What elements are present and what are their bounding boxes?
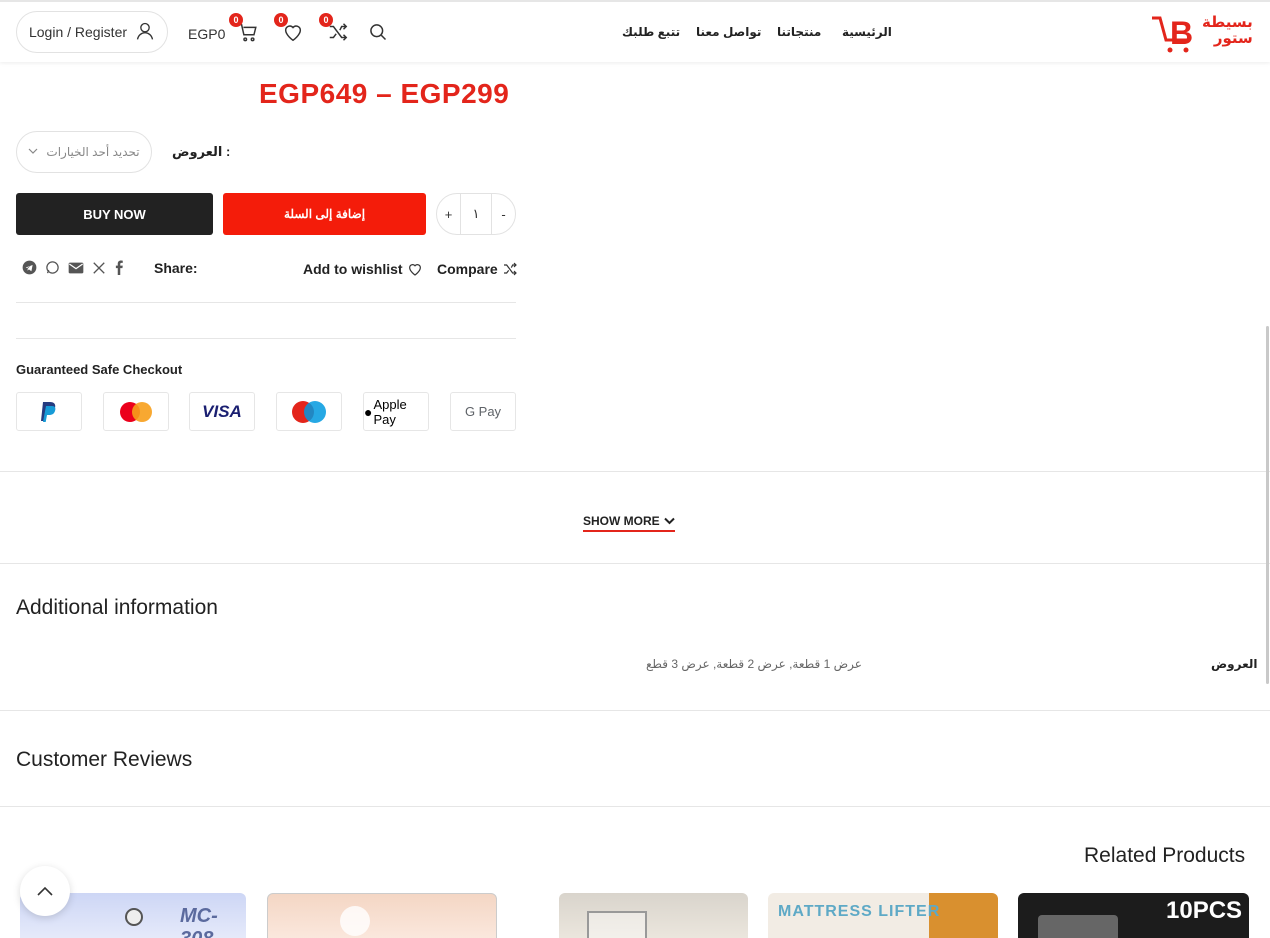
nav-contact[interactable]: تواصل معنا <box>696 25 761 39</box>
apple-pay-text: Apple Pay <box>373 396 407 427</box>
visa-text: VISA <box>202 401 242 421</box>
chevron-down-icon <box>28 145 38 159</box>
divider <box>16 302 516 303</box>
whatsapp-icon[interactable] <box>45 260 60 280</box>
related-product-image[interactable]: MATTRESS LIFTER <box>768 893 998 938</box>
chevron-down-icon <box>663 517 675 525</box>
qty-plus-button[interactable]: + <box>437 207 460 222</box>
attribute-value: عرض 1 قطعة, عرض 2 قطعة, عرض 3 قطع <box>646 657 862 671</box>
glass-box-shape <box>587 911 647 938</box>
chevron-up-icon <box>37 886 53 896</box>
login-label: Login / Register <box>28 24 128 40</box>
login-register-button[interactable]: Login / Register <box>16 11 168 53</box>
offer-select-placeholder: تحديد أحد الخيارات <box>46 145 140 159</box>
related-products-title: Related Products <box>1084 844 1246 867</box>
show-more-button[interactable]: SHOW MORE <box>583 514 675 532</box>
hole-shape <box>125 908 143 926</box>
svg-text:B: B <box>1170 15 1193 51</box>
related-product-image[interactable]: 10PCS <box>1018 893 1249 938</box>
nav-home[interactable]: الرئيسية <box>842 25 892 39</box>
safe-checkout-title: Guaranteed Safe Checkout <box>16 362 183 377</box>
customer-reviews-title[interactable]: Customer Reviews <box>16 748 192 772</box>
section-divider <box>0 806 1270 807</box>
share-label: Share: <box>154 260 198 276</box>
logo-line-2: ستور <box>1213 30 1253 47</box>
apple-pay-icon: ● Apple Pay <box>363 392 429 431</box>
additional-info-title[interactable]: Additional information <box>16 596 218 620</box>
offer-select[interactable]: تحديد أحد الخيارات <box>16 131 152 173</box>
compare-count-badge: 0 <box>319 13 333 27</box>
section-divider <box>0 710 1270 711</box>
price-range: EGP649 – EGP299 <box>259 78 510 109</box>
section-divider <box>0 471 1270 472</box>
quantity-stepper[interactable]: + ١ - <box>436 193 516 235</box>
add-to-wishlist-link[interactable]: Add to wishlist <box>303 261 423 277</box>
x-twitter-icon[interactable] <box>92 261 106 280</box>
maestro-icon <box>276 392 342 431</box>
visa-icon: VISA <box>189 392 255 431</box>
buy-now-button[interactable]: BUY NOW <box>16 193 213 235</box>
thumb-text: MC-308 <box>180 905 218 938</box>
compare-link[interactable]: Compare <box>437 261 518 277</box>
divider <box>16 338 516 339</box>
compare-icon[interactable]: 0 <box>319 13 350 44</box>
shuffle-icon <box>503 262 517 276</box>
google-pay-icon: G Pay <box>450 392 516 431</box>
google-pay-text: G Pay <box>464 404 502 419</box>
flower-shape <box>340 906 370 936</box>
thumb-text: 10PCS <box>1166 897 1243 924</box>
user-icon <box>135 21 155 44</box>
page-scrollbar[interactable] <box>1266 326 1269 684</box>
wishlist-label: Add to wishlist <box>303 261 403 277</box>
email-icon[interactable] <box>68 261 84 280</box>
site-header: Login / Register EGP0 0 0 0 تتبع طلبك تو… <box>0 0 1270 62</box>
apple-logo-icon: ● <box>364 403 373 420</box>
qty-input[interactable]: ١ <box>460 194 492 234</box>
wishlist-count-badge: 0 <box>274 13 288 27</box>
thumb-text: MATTRESS LIFTER <box>778 903 941 920</box>
mastercard-icon <box>103 392 169 431</box>
heart-icon[interactable]: 0 <box>274 13 305 44</box>
logo-line-1: بسيطة <box>1202 14 1253 31</box>
compare-label: Compare <box>437 261 498 277</box>
add-to-cart-button[interactable]: إضافة إلى السلة <box>223 193 426 235</box>
qty-minus-button[interactable]: - <box>492 207 515 222</box>
telegram-icon[interactable] <box>22 260 37 280</box>
cart-total[interactable]: EGP0 <box>188 26 225 42</box>
scroll-to-top-button[interactable] <box>20 866 70 916</box>
offer-label: العروض : <box>172 144 231 159</box>
facebook-icon[interactable] <box>114 260 124 280</box>
logo-text: بسيطة ستور <box>1202 15 1253 47</box>
heart-outline-icon <box>408 264 421 276</box>
cart-count-badge: 0 <box>229 13 243 27</box>
paypal-icon <box>16 392 82 431</box>
related-product-image[interactable] <box>559 893 748 938</box>
section-divider <box>0 563 1270 564</box>
related-product-image[interactable] <box>267 893 497 938</box>
nav-track-order[interactable]: تتبع طلبك <box>622 25 680 39</box>
plate-shape <box>1038 915 1118 938</box>
nav-products[interactable]: منتجاتنا <box>777 25 821 39</box>
cart-icon[interactable]: 0 <box>229 13 260 44</box>
show-more-label: SHOW MORE <box>583 514 660 528</box>
logo-cart-icon: B <box>1152 15 1193 53</box>
search-icon[interactable] <box>366 20 390 44</box>
share-row: Share: Add to wishlist Compare <box>16 258 518 280</box>
attribute-label: العروض <box>1211 657 1258 671</box>
